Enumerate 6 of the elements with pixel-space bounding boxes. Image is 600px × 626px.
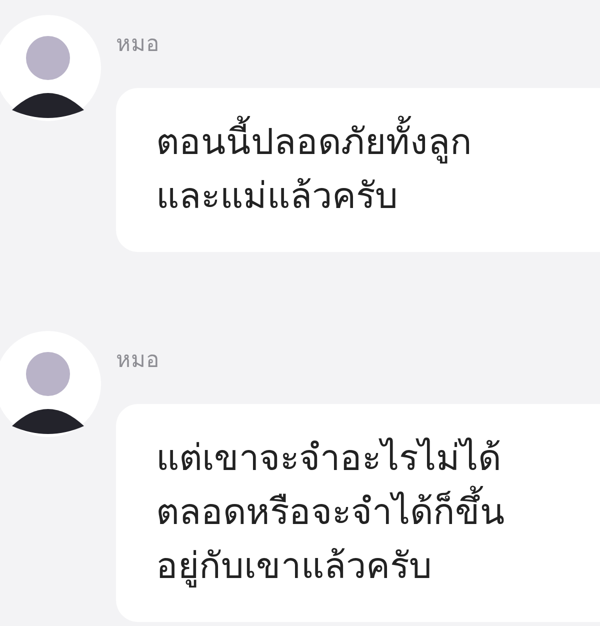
avatar-icon [0,14,102,122]
sender-name: หมอ [116,31,160,58]
message-text: ตอนนี้ปลอดภัยทั้งลูก และแม่แล้วครับ [156,116,600,224]
avatar-icon [0,330,102,438]
message-text: แต่เขาจะจำอะไรไม่ได้ ตลอดหรือจะจำได้ก็ขึ้น อยู่กับเขาแล้วครับ [156,436,506,590]
sender-name: หมอ [116,347,160,374]
